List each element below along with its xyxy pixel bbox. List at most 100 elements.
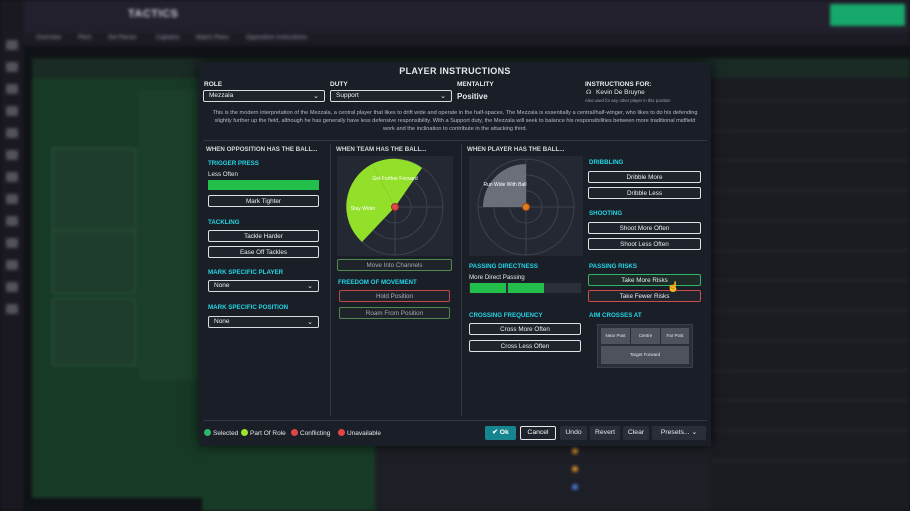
passing-directness-fill — [508, 283, 544, 293]
mentality-label: MENTALITY — [457, 81, 494, 88]
sidebar-icon — [6, 216, 18, 226]
legend-part-of-role: Part Of Role — [241, 429, 286, 437]
trigger-press-fill — [208, 180, 319, 190]
duty-label: DUTY — [330, 81, 348, 88]
cross-less-often-button[interactable]: Cross Less Often — [469, 340, 581, 352]
status-dot — [572, 448, 578, 454]
role-description: This is the modern interpretation of the… — [212, 110, 698, 132]
shooting-title: SHOOTING — [589, 210, 623, 217]
selected-swatch — [204, 429, 211, 436]
app-sidebar — [0, 0, 24, 511]
sidebar-icon — [6, 84, 18, 94]
duty-value: Support — [336, 92, 359, 99]
dribble-more-button[interactable]: Dribble More — [588, 171, 701, 183]
status-dot — [572, 484, 578, 490]
column-divider — [461, 144, 462, 416]
chevron-down-icon: ⌄ — [307, 283, 313, 290]
aim-crosses-title: AIM CROSSES AT — [589, 312, 642, 319]
cross-more-often-button[interactable]: Cross More Often — [469, 323, 581, 335]
conflicting-swatch — [291, 429, 298, 436]
mark-position-dropdown[interactable]: None ⌄ — [208, 316, 319, 328]
movement-radar[interactable]: Get Further Forward Stay Wider — [337, 156, 453, 256]
role-label: ROLE — [204, 81, 223, 88]
sidebar-icon — [6, 62, 18, 72]
presets-button[interactable]: Presets... ⌄ — [652, 426, 706, 440]
undo-button[interactable]: Undo — [560, 426, 587, 440]
panel-block — [52, 230, 136, 294]
list-divider — [712, 250, 908, 251]
ease-off-tackles-button[interactable]: Ease Off Tackles — [208, 246, 319, 258]
centre-target[interactable]: Centre — [631, 328, 660, 344]
pitch-view — [138, 90, 200, 380]
player-instructions-dialog: PLAYER INSTRUCTIONS ROLE Mezzala ⌄ DUTY … — [199, 62, 711, 446]
panel-block — [52, 148, 136, 234]
duty-dropdown[interactable]: Support ⌄ — [330, 90, 452, 102]
chevron-down-icon: ⌄ — [691, 429, 698, 436]
shoot-more-often-button[interactable]: Shoot More Often — [588, 222, 701, 234]
target-forward-target[interactable]: Target Forward — [601, 346, 689, 364]
trigger-press-slider[interactable] — [208, 180, 319, 190]
role-dropdown[interactable]: Mezzala ⌄ — [203, 90, 325, 102]
cancel-button[interactable]: Cancel — [520, 426, 556, 440]
ok-label: Ok — [499, 429, 509, 436]
mark-tighter-button[interactable]: Mark Tighter — [208, 195, 319, 207]
clear-button[interactable]: Clear — [623, 426, 649, 440]
list-divider — [712, 100, 908, 101]
mark-specific-position-title: MARK SPECIFIC POSITION — [208, 304, 289, 311]
dribbling-title: DRIBBLING — [589, 159, 624, 166]
list-divider — [712, 190, 908, 191]
sidebar-icon — [6, 40, 18, 50]
shoot-less-often-button[interactable]: Shoot Less Often — [588, 238, 701, 250]
unavailable-swatch — [338, 429, 345, 436]
legend-selected: Selected — [204, 429, 238, 437]
crossing-frequency-title: CROSSING FREQUENCY — [469, 312, 543, 319]
take-fewer-risks-button[interactable]: Take Fewer Risks — [588, 290, 701, 302]
get-further-forward-label: Get Further Forward — [372, 176, 418, 182]
freedom-of-movement-title: FREEDOM OF MOVEMENT — [338, 279, 417, 286]
continue-button — [830, 4, 905, 26]
tab-set-pieces: Set Pieces — [108, 35, 137, 41]
legend-unavailable: Unavailable — [338, 429, 381, 437]
near-post-target[interactable]: Near Post — [601, 328, 630, 344]
sidebar-icon — [6, 106, 18, 116]
list-divider — [712, 400, 908, 401]
player-marker — [522, 203, 530, 211]
list-divider — [712, 460, 908, 461]
far-post-target[interactable]: Far Post — [661, 328, 689, 344]
dribble-less-button[interactable]: Dribble Less — [588, 187, 701, 199]
mentality-value: Positive — [457, 92, 488, 101]
mark-player-value: None — [214, 282, 230, 289]
sidebar-icon — [6, 172, 18, 182]
dribble-radar[interactable]: Run Wide With Ball — [469, 156, 583, 256]
sidebar-icon — [6, 238, 18, 248]
list-divider — [712, 280, 908, 281]
sidebar-icon — [6, 304, 18, 314]
tackle-harder-button[interactable]: Tackle Harder — [208, 230, 319, 242]
passing-directness-slider[interactable] — [469, 283, 581, 293]
opposition-ball-header: WHEN OPPOSITION HAS THE BALL... — [206, 146, 318, 153]
move-into-channels-button[interactable]: Move Into Channels — [337, 259, 452, 271]
hold-position-button[interactable]: Hold Position — [339, 290, 450, 302]
passing-directness-title: PASSING DIRECTNESS — [469, 263, 538, 270]
run-wide-label: Run Wide With Ball — [483, 182, 526, 188]
team-ball-header: WHEN TEAM HAS THE BALL... — [336, 146, 427, 153]
player-ball-header: WHEN PLAYER HAS THE BALL... — [467, 146, 565, 153]
roam-from-position-button[interactable]: Roam From Position — [339, 307, 450, 319]
mark-player-dropdown[interactable]: None ⌄ — [208, 280, 319, 292]
sidebar-icon — [6, 282, 18, 292]
sidebar-icon — [6, 260, 18, 270]
hand-cursor-icon: ☝ — [667, 282, 680, 293]
player-name[interactable]: Kevin De Bruyne — [596, 89, 645, 96]
tackling-title: TACKLING — [208, 219, 240, 226]
chevron-down-icon: ⌄ — [440, 93, 446, 100]
chevron-down-icon: ⌄ — [313, 93, 319, 100]
ok-button[interactable]: ✔ Ok — [485, 426, 516, 440]
legend-label: Conflicting — [300, 430, 331, 437]
panel-block — [52, 298, 136, 366]
aim-crosses-grid: Near Post Centre Far Post Target Forward — [597, 324, 693, 368]
revert-button[interactable]: Revert — [590, 426, 620, 440]
list-divider — [712, 130, 908, 131]
tab-match-plans: Match Plans — [196, 35, 230, 41]
take-more-risks-button[interactable]: Take More Risks — [588, 274, 701, 286]
player-marker — [391, 203, 399, 211]
